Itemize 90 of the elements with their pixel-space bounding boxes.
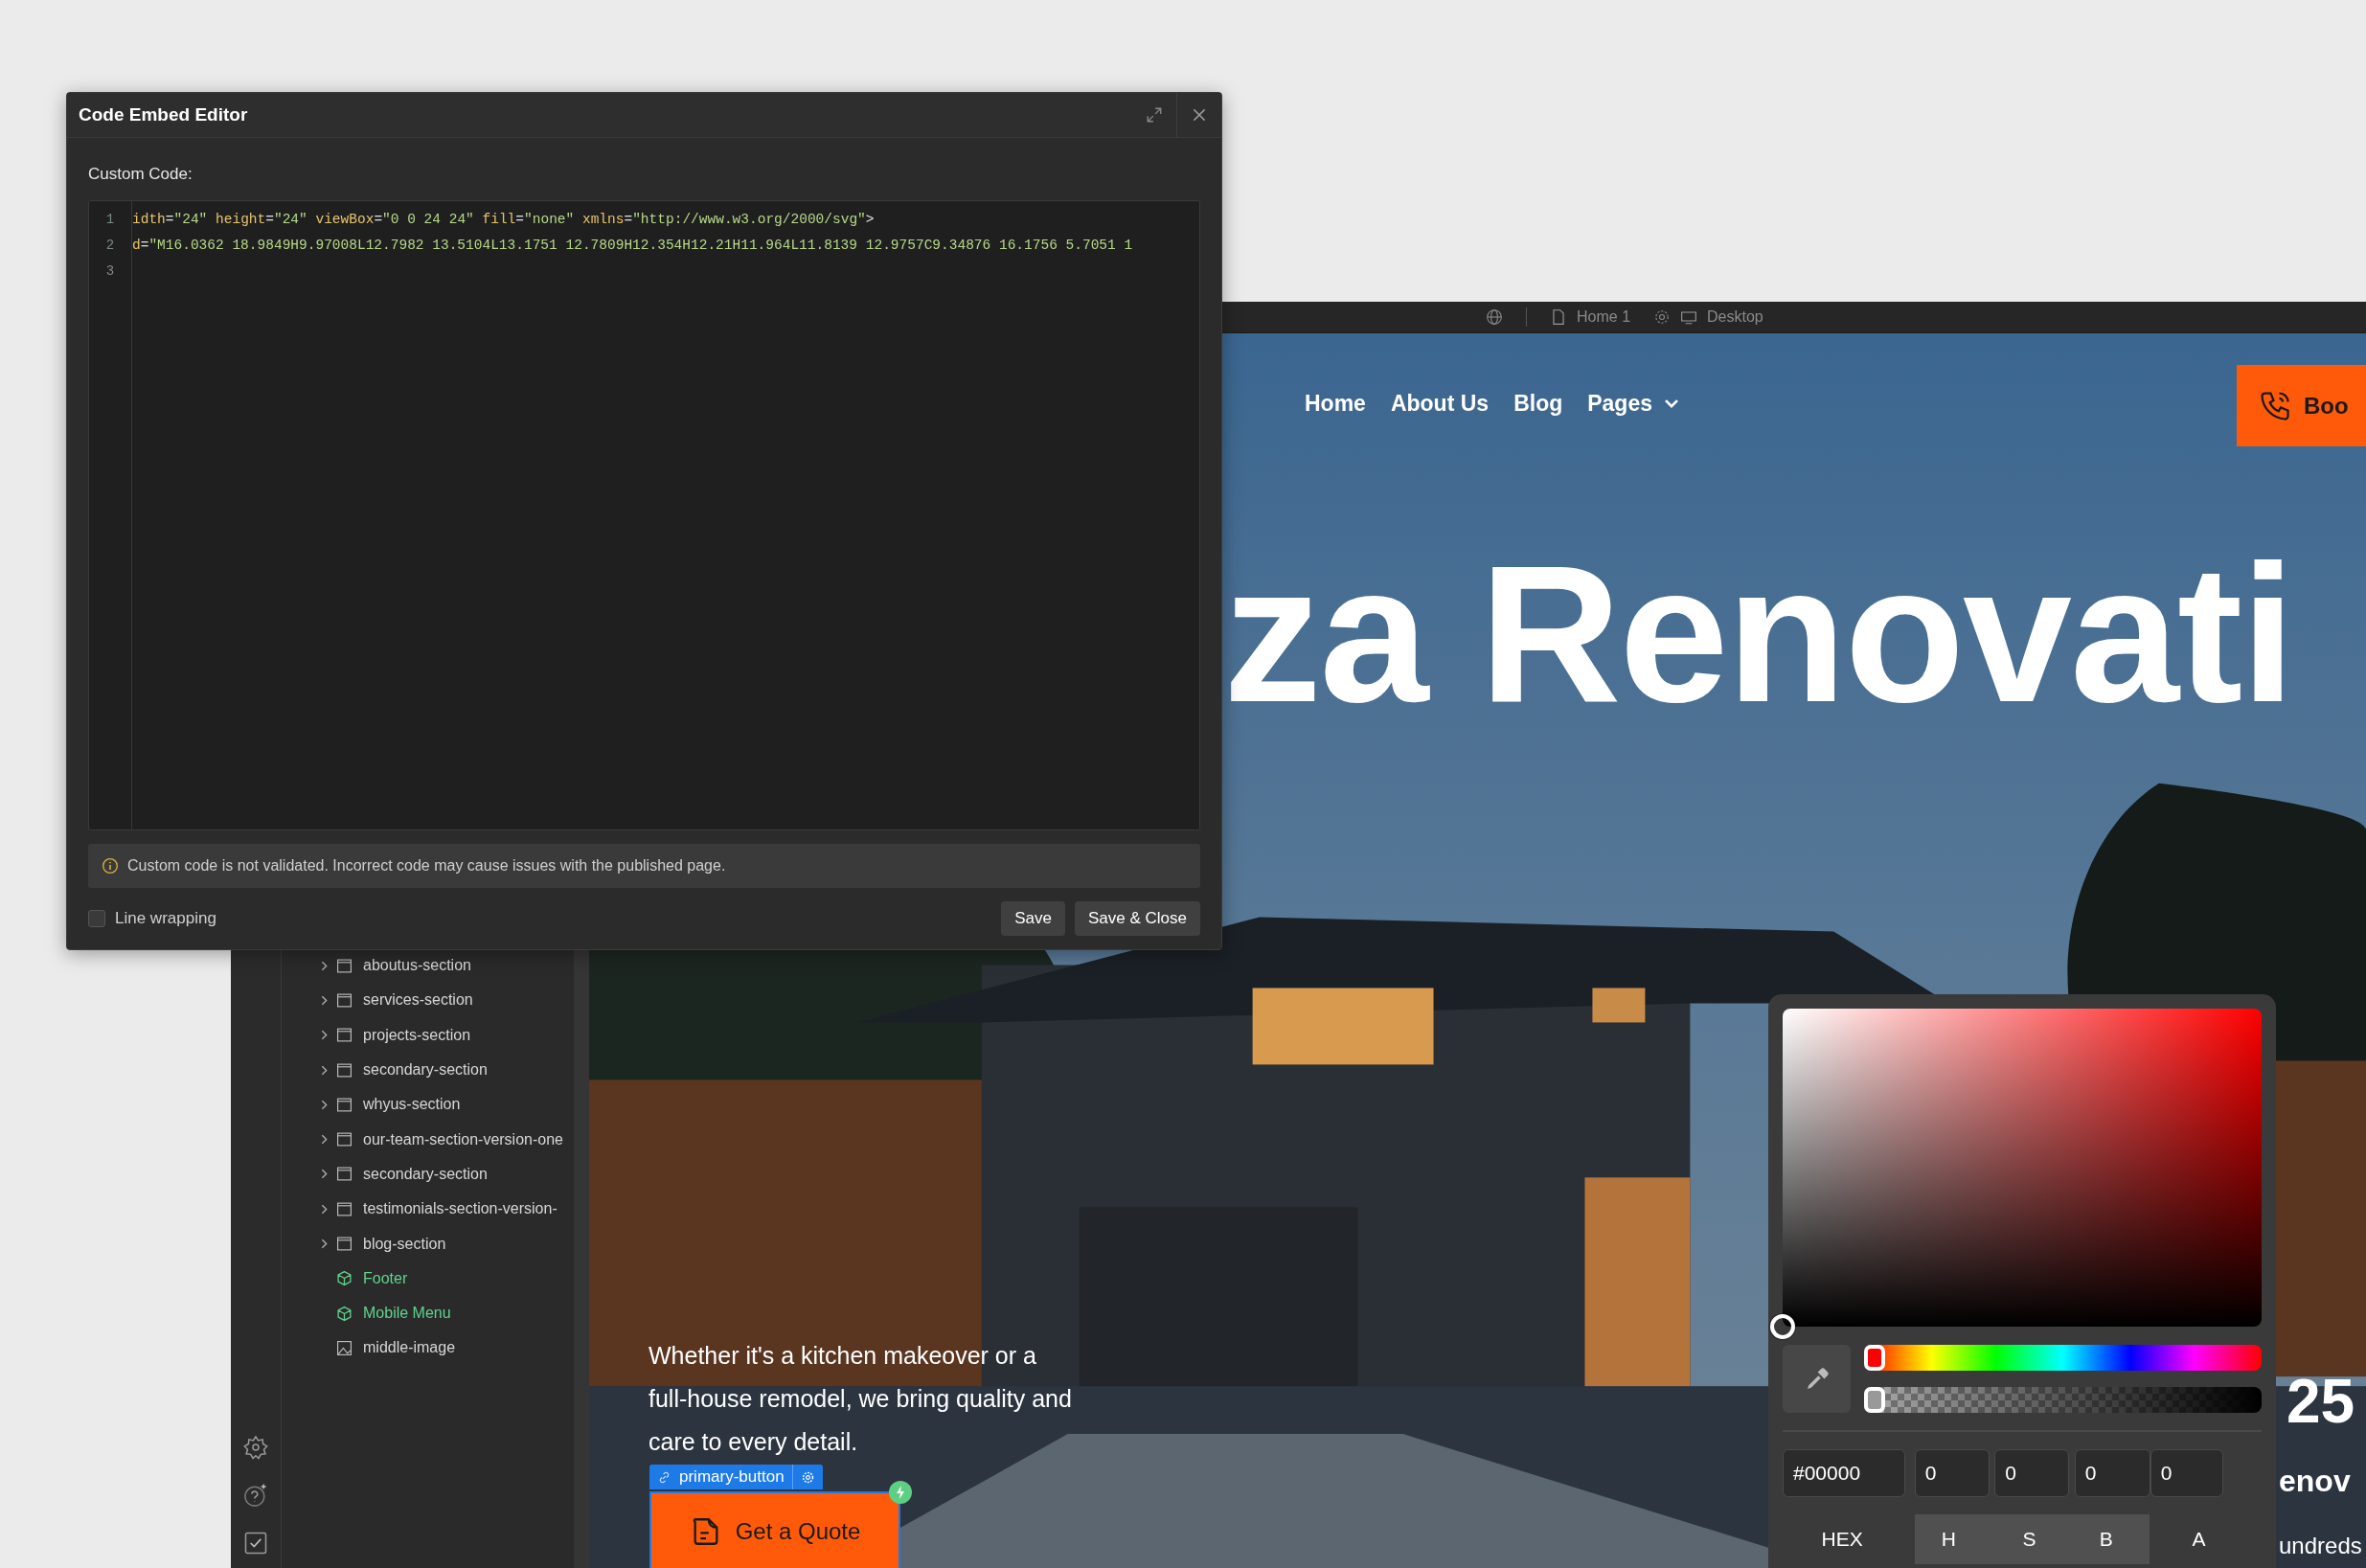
nav-link[interactable]: Home xyxy=(1305,391,1366,417)
chevron-icon[interactable] xyxy=(320,1133,329,1147)
settings-icon[interactable] xyxy=(1653,308,1672,326)
color-mode-label[interactable]: A xyxy=(2150,1514,2262,1564)
info-icon xyxy=(102,857,119,875)
picker-handle[interactable] xyxy=(1770,1314,1795,1339)
chevron-icon[interactable] xyxy=(320,1029,329,1042)
navigator-item[interactable]: blog-section xyxy=(363,1235,446,1253)
color-mode-label[interactable]: S xyxy=(1995,1514,2077,1564)
frame-icon xyxy=(336,1166,353,1183)
navigator-item[interactable]: middle-image xyxy=(363,1339,456,1357)
dialog-button[interactable]: Save & Close xyxy=(1075,901,1200,936)
hue-slider[interactable] xyxy=(1864,1345,2262,1371)
color-value-field[interactable]: 0 xyxy=(1994,1449,2070,1497)
expand-icon[interactable] xyxy=(1146,106,1163,124)
color-mode-label[interactable]: HEX xyxy=(1783,1514,1916,1564)
chevron-icon[interactable] xyxy=(320,993,329,1007)
navigator-item[interactable]: whyus-section xyxy=(363,1096,461,1114)
color-value-field[interactable]: 0 xyxy=(2150,1449,2223,1497)
page-name[interactable]: Home 1 xyxy=(1577,308,1631,326)
nav-link[interactable]: Pages xyxy=(1587,391,1679,417)
chevron-icon[interactable] xyxy=(320,1063,329,1077)
stat-number: 25 xyxy=(2286,1366,2355,1437)
checklist-icon[interactable] xyxy=(242,1530,269,1557)
selection-tag[interactable]: primary-button xyxy=(649,1465,823,1489)
chevron-icon[interactable] xyxy=(320,1168,329,1181)
checkbox[interactable] xyxy=(88,910,105,927)
dialog-title: Code Embed Editor xyxy=(79,104,249,125)
globe-icon[interactable] xyxy=(1486,308,1503,326)
frame-icon xyxy=(336,991,353,1009)
settings-icon[interactable] xyxy=(242,1434,269,1461)
link-icon xyxy=(657,1469,671,1485)
navigator-item[interactable]: secondary-section xyxy=(363,1165,488,1183)
book-button[interactable]: Boo xyxy=(2237,365,2366,446)
selection-label: primary-button xyxy=(679,1467,785,1487)
code-line: idth="24" height="24" viewBox="0 0 24 24" fill="none" xmlns="http://www.w3.org/2000/svg"> xyxy=(132,212,875,227)
color-value-field[interactable]: #00000 xyxy=(1783,1449,1905,1497)
frame-icon xyxy=(336,1027,353,1044)
hue-thumb[interactable] xyxy=(1864,1345,1885,1371)
color-mode-label[interactable]: H xyxy=(1915,1514,1996,1564)
alpha-thumb[interactable] xyxy=(1864,1387,1885,1413)
image-icon xyxy=(336,1339,353,1356)
warning-text: Custom code is not validated. Incorrect code may cause issues with the published page. xyxy=(127,857,726,875)
navigator-item[interactable]: our-team-section-version-one xyxy=(363,1130,563,1148)
dialog-button[interactable]: Save xyxy=(1001,901,1065,936)
code-line: d="M16.0362 18.9849H9.97008L12.7982 13.5104L13.1751 12.7809H12.354H12.21H11.964L11.8139 12.9757C9.34876 16.1756 5.7051 1 xyxy=(132,238,1133,253)
lightning-badge-icon[interactable] xyxy=(889,1481,912,1504)
frame-icon xyxy=(336,1131,353,1148)
line-number: 1 xyxy=(105,211,115,229)
alpha-slider[interactable] xyxy=(1864,1387,2262,1413)
color-value-field[interactable]: 0 xyxy=(2074,1449,2150,1497)
stat-text: undreds xyxy=(2279,1533,2362,1559)
frame-icon xyxy=(336,1236,353,1252)
navigator-item[interactable]: projects-section xyxy=(363,1026,471,1044)
settings-icon[interactable] xyxy=(800,1469,815,1485)
navigator-item[interactable]: Mobile Menu xyxy=(363,1305,451,1323)
field-label: Custom Code: xyxy=(88,165,193,184)
frame-icon xyxy=(336,1200,353,1217)
chevron-icon[interactable] xyxy=(320,1238,329,1250)
nav-link[interactable]: Blog xyxy=(1513,391,1563,417)
breakpoint-name[interactable]: Desktop xyxy=(1707,308,1763,326)
desktop-icon xyxy=(1680,308,1698,326)
stat-label: enov xyxy=(2279,1464,2351,1499)
chevron-icon[interactable] xyxy=(320,1202,329,1216)
page-icon xyxy=(1550,308,1567,326)
frame-icon xyxy=(336,957,353,974)
navigator-item[interactable]: Footer xyxy=(363,1269,408,1287)
chevron-icon[interactable] xyxy=(320,1098,329,1111)
cube-icon xyxy=(336,1270,353,1287)
line-number: 3 xyxy=(105,262,115,281)
navigator-item[interactable]: secondary-section xyxy=(363,1061,488,1079)
eyedropper-button[interactable] xyxy=(1783,1345,1851,1413)
line-number: 2 xyxy=(105,237,115,255)
caret-icon xyxy=(1664,398,1679,409)
color-value-field[interactable]: 0 xyxy=(1914,1449,1990,1497)
nav-link[interactable]: About Us xyxy=(1390,391,1490,417)
frame-icon xyxy=(336,1096,353,1113)
chevron-icon[interactable] xyxy=(320,959,329,972)
quote-button[interactable]: Get a Quote xyxy=(649,1491,900,1568)
navigator-item[interactable]: aboutus-section xyxy=(363,957,471,975)
cube-icon xyxy=(336,1305,353,1322)
hero-heading: za Renovati xyxy=(1223,525,2294,741)
close-icon[interactable] xyxy=(1191,106,1208,124)
navigator-item[interactable]: services-section xyxy=(363,991,473,1010)
checkbox-label[interactable]: Line wrapping xyxy=(115,909,216,928)
hero-paragraph: Whether it's a kitchen makeover or a full-house remodel, we bring quality and care to every detail. xyxy=(648,1341,1073,1457)
navigator-item[interactable]: testimonials-section-version- xyxy=(363,1200,557,1218)
color-mode-label[interactable]: B xyxy=(2076,1514,2150,1564)
saturation-area[interactable] xyxy=(1783,1009,2262,1327)
frame-icon xyxy=(336,1061,353,1079)
